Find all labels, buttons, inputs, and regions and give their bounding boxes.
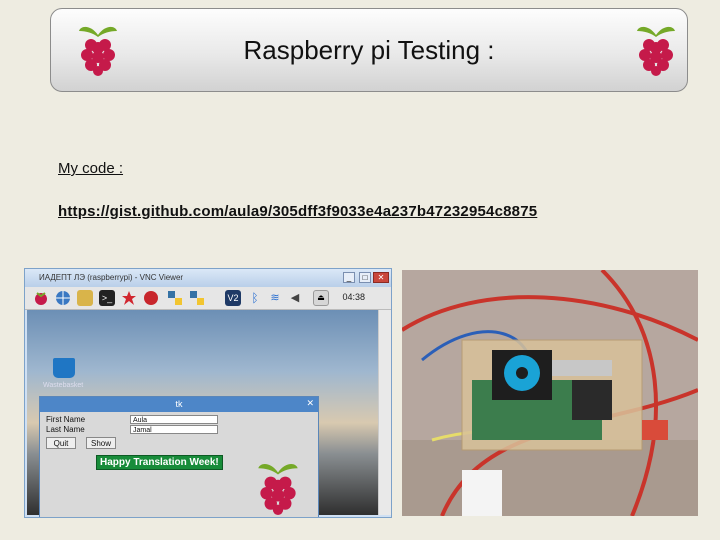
title-banner: Raspberry pi Testing : (50, 8, 688, 92)
raspberry-logo-icon (258, 464, 298, 515)
first-name-input[interactable]: Aula (130, 415, 218, 424)
eject-icon[interactable]: ⏏ (313, 290, 329, 306)
show-button[interactable]: Show (86, 437, 116, 449)
code-label: My code : (58, 160, 124, 177)
wolfram-icon[interactable] (143, 290, 159, 306)
terminal-icon[interactable]: >_ (99, 290, 115, 306)
bluetooth-icon[interactable]: ᛒ (247, 290, 263, 306)
first-name-label: First Name (46, 415, 86, 424)
raspberry-menu-icon[interactable] (33, 290, 49, 306)
gist-link[interactable]: https://gist.github.com/aula9/305dff3f90… (58, 203, 537, 220)
clock: 04:38 (342, 292, 365, 302)
quit-button[interactable]: Quit (46, 437, 76, 449)
python-icon[interactable] (167, 290, 183, 306)
raspberry-logo-icon (637, 26, 675, 76)
last-name-input[interactable]: Jamal (130, 425, 218, 434)
hardware-illustration (402, 270, 698, 516)
volume-icon[interactable]: ◀ (287, 290, 303, 306)
pi-taskbar: >_ V2 ᛒ ≋ ◀ ⏏ 04:38 (25, 287, 391, 310)
last-name-label: Last Name (46, 425, 85, 434)
math-kernel-icon[interactable] (121, 290, 137, 306)
python-icon[interactable] (189, 290, 205, 306)
wastebasket-label: Wastebasket (43, 382, 84, 389)
folder-icon[interactable] (77, 290, 93, 306)
vnc-icon[interactable]: V2 (225, 290, 241, 306)
wastebasket-icon[interactable] (53, 358, 75, 378)
page-title: Raspberry pi Testing : (243, 35, 495, 65)
close-icon[interactable]: ✕ (373, 272, 389, 283)
wifi-icon[interactable]: ≋ (267, 290, 283, 306)
vnc-window-title: ИАДЕПТ ЛЭ (raspberrypi) - VNC Viewer (39, 273, 184, 282)
globe-icon[interactable] (55, 290, 71, 306)
greeting-message: Happy Translation Week! (96, 455, 223, 470)
minimize-icon[interactable]: _ (343, 272, 355, 283)
tk-window-title: tk (40, 397, 318, 412)
maximize-icon[interactable]: □ (359, 272, 371, 283)
vnc-scrollbar[interactable] (378, 310, 391, 515)
tk-close-icon[interactable]: ✕ (306, 398, 314, 409)
vnc-viewer-screenshot: ИАДЕПТ ЛЭ (raspberrypi) - VNC Viewer _ □… (24, 268, 392, 518)
pi-desktop: Wastebasket tk ✕ First Name Aula Last Na… (27, 310, 379, 517)
raspberry-pi-photo (402, 270, 698, 516)
vnc-titlebar: ИАДЕПТ ЛЭ (raspberrypi) - VNC Viewer (25, 269, 391, 287)
